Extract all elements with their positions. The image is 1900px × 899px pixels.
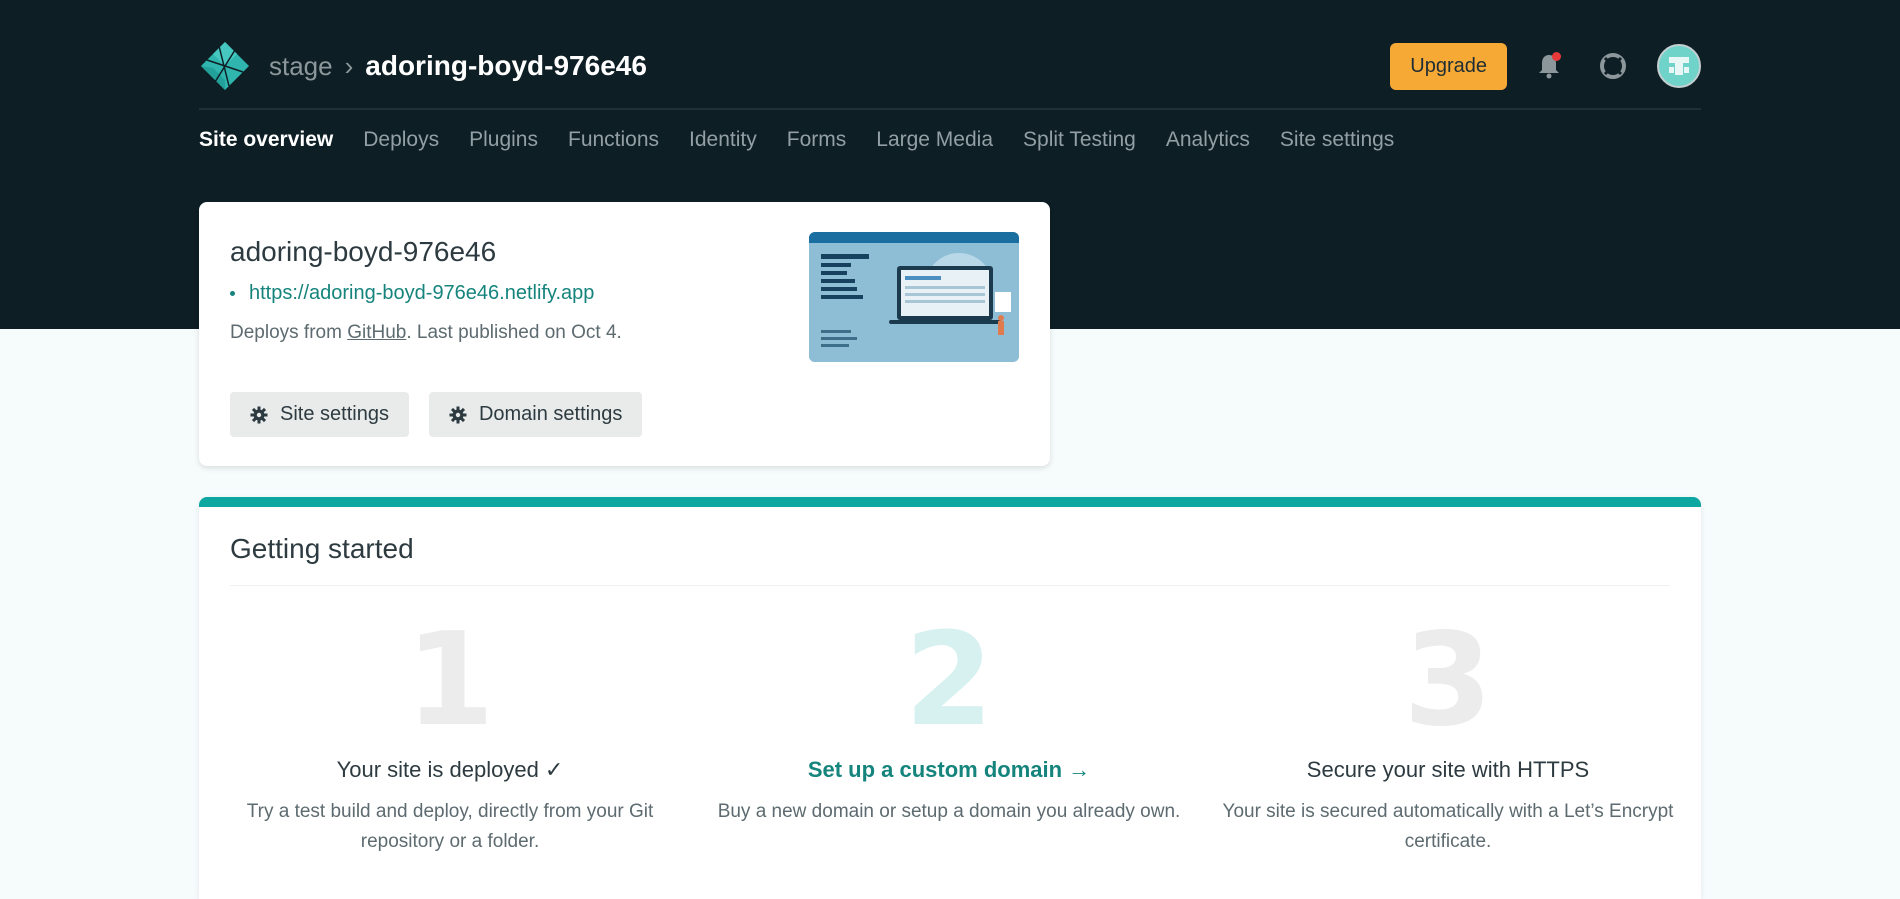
- site-settings-button[interactable]: Site settings: [230, 392, 409, 437]
- getting-started-title: Getting started: [230, 533, 414, 564]
- site-url-row: https://adoring-boyd-976e46.netlify.app: [230, 282, 594, 305]
- avatar-image-icon: [1669, 57, 1689, 75]
- step-3: 3 Secure your site with HTTPS Your site …: [1213, 617, 1683, 857]
- step-2: 2 Set up a custom domain → Buy a new dom…: [714, 617, 1184, 827]
- tab-site-overview[interactable]: Site overview: [199, 128, 333, 152]
- avatar[interactable]: [1657, 44, 1701, 88]
- custom-domain-link[interactable]: Set up a custom domain →: [714, 757, 1184, 783]
- site-name: adoring-boyd-976e46: [230, 236, 497, 267]
- tab-analytics[interactable]: Analytics: [1166, 128, 1250, 152]
- domain-settings-button[interactable]: Domain settings: [428, 392, 643, 437]
- tab-plugins[interactable]: Plugins: [469, 128, 538, 152]
- domain-settings-label: Domain settings: [478, 403, 623, 425]
- netlify-logo-icon[interactable]: [199, 40, 251, 92]
- step-1: 1 Your site is deployed ✓ Try a test bui…: [215, 617, 685, 857]
- tab-functions[interactable]: Functions: [568, 128, 659, 152]
- divider: [230, 585, 1670, 586]
- site-settings-label: Site settings: [280, 403, 389, 425]
- gear-icon: [250, 406, 268, 423]
- step-number: 2: [904, 606, 994, 755]
- site-nav: Site overview Deploys Plugins Functions …: [199, 120, 1701, 160]
- deploy-prefix: Deploys from: [230, 322, 348, 343]
- breadcrumb-site[interactable]: adoring-boyd-976e46: [365, 50, 647, 82]
- step-description: Your site is secured automatically with …: [1222, 801, 1674, 852]
- header-actions: Upgrade: [1390, 42, 1701, 90]
- status-dot: [230, 291, 235, 296]
- site-url-link[interactable]: https://adoring-boyd-976e46.netlify.app: [249, 282, 594, 305]
- tab-identity[interactable]: Identity: [689, 128, 757, 152]
- notifications-button[interactable]: [1527, 44, 1571, 88]
- site-card-actions: Site settings Domain settings: [230, 392, 662, 437]
- notification-badge: [1552, 52, 1561, 61]
- tab-deploys[interactable]: Deploys: [363, 128, 439, 152]
- step-description: Buy a new domain or setup a domain you a…: [717, 801, 1181, 822]
- step-number: 3: [1403, 606, 1493, 755]
- step-title: Your site is deployed ✓: [336, 757, 564, 782]
- lifebuoy-icon: [1600, 53, 1626, 79]
- upgrade-button[interactable]: Upgrade: [1390, 42, 1507, 90]
- site-preview-thumbnail[interactable]: [809, 232, 1019, 362]
- gear-icon: [449, 406, 467, 423]
- support-button[interactable]: [1591, 44, 1635, 88]
- deploy-suffix: . Last published on Oct 4.: [406, 322, 622, 343]
- step-number: 1: [405, 606, 495, 755]
- tab-forms[interactable]: Forms: [787, 128, 847, 152]
- breadcrumb-team[interactable]: stage: [269, 51, 333, 82]
- breadcrumb-separator: ›: [344, 50, 354, 81]
- deploy-source-link[interactable]: GitHub: [347, 322, 406, 343]
- tab-site-settings[interactable]: Site settings: [1280, 128, 1394, 152]
- deploy-info: Deploys from GitHub. Last published on O…: [230, 322, 622, 344]
- tab-large-media[interactable]: Large Media: [876, 128, 993, 152]
- site-card: adoring-boyd-976e46 https://adoring-boyd…: [199, 202, 1050, 466]
- tab-split-testing[interactable]: Split Testing: [1023, 128, 1136, 152]
- getting-started-card: Getting started 1 Your site is deployed …: [199, 497, 1701, 899]
- header: stage › adoring-boyd-976e46 Upgrade: [199, 24, 1701, 110]
- step-description: Try a test build and deploy, directly fr…: [246, 801, 654, 852]
- step-title: Secure your site with HTTPS: [1306, 757, 1590, 782]
